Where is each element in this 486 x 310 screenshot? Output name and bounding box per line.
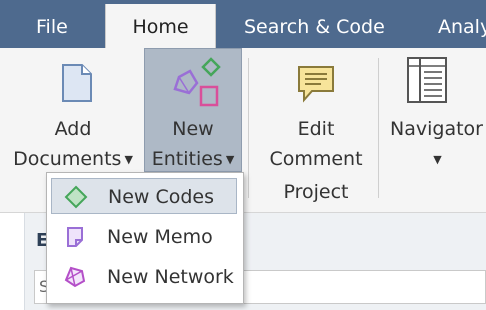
edit-comment-label-line3: Project — [283, 181, 349, 203]
chevron-down-icon: ▼ — [433, 153, 442, 166]
tab-search-code[interactable]: Search & Code — [244, 0, 385, 48]
menu-item-new-network[interactable]: New Network — [51, 259, 237, 295]
chevron-down-icon: ▼ — [225, 153, 235, 166]
new-entities-label-line2: Entities — [151, 148, 223, 170]
edit-comment-project-button[interactable]: Edit Comment Project — [258, 48, 374, 208]
navigator-label: Navigator — [390, 118, 483, 140]
navigator-button[interactable]: Navigator ▼ — [386, 48, 486, 208]
new-entities-button[interactable]: New Entities ▼ — [144, 48, 242, 172]
add-documents-label-line1: Add — [54, 118, 92, 140]
ribbon-separator — [248, 58, 249, 198]
menu-item-label: New Memo — [107, 226, 213, 248]
network-icon — [64, 266, 86, 288]
document-icon — [62, 64, 92, 102]
new-entities-label-row: Entities ▼ — [145, 148, 241, 170]
navigator-icon — [407, 57, 447, 103]
tab-analyze[interactable]: Analy — [438, 0, 486, 48]
ribbon-separator — [378, 58, 379, 198]
menu-item-new-codes[interactable]: New Codes — [51, 178, 237, 214]
menu-item-label: New Network — [107, 266, 234, 288]
edit-comment-label-line2: Comment — [269, 148, 363, 170]
tab-home[interactable]: Home — [105, 4, 216, 50]
memo-icon — [67, 227, 83, 247]
add-documents-label-row: Documents ▼ — [8, 148, 138, 170]
navigator-caret-row: ▼ — [386, 148, 486, 170]
add-documents-label-line2: Documents — [13, 148, 122, 170]
entities-icon — [173, 57, 221, 107]
tab-file[interactable]: File — [36, 0, 68, 48]
menu-item-label: New Codes — [108, 186, 215, 208]
menu-item-new-memo[interactable]: New Memo — [51, 219, 237, 255]
chevron-down-icon: ▼ — [124, 153, 133, 166]
code-icon — [64, 185, 88, 209]
new-entities-label-line1: New — [172, 118, 214, 140]
new-entities-dropdown-menu: New Codes New Memo New Network — [46, 172, 244, 304]
ribbon-tab-bar: File Home Search & Code Analy — [0, 0, 486, 50]
edit-comment-label-line1: Edit — [297, 118, 335, 140]
comment-icon — [298, 66, 334, 103]
